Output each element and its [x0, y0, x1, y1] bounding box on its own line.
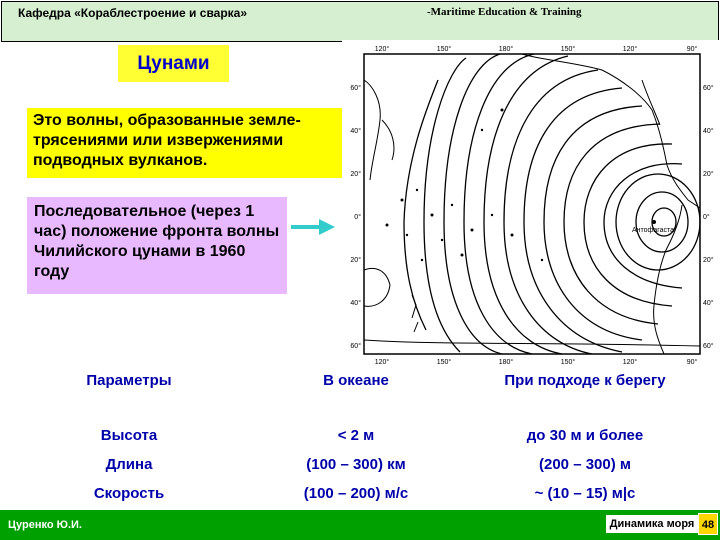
table-row-speed-ocean: (100 – 200) м/с [303, 485, 409, 502]
table-row-height-coast: до 30 м и более [526, 427, 644, 444]
lon-top-label: 180° [499, 45, 514, 53]
table-header-ocean: В океане [323, 372, 389, 389]
lon-top-label: 90° [687, 45, 698, 53]
lat-left-label: 40° [350, 127, 361, 135]
lat-left-label: 60° [350, 342, 361, 350]
lon-top-label: 120° [375, 45, 390, 53]
slide-title: Цунами [118, 45, 229, 82]
lon-bottom-label: 180° [499, 358, 514, 366]
lat-right-label: 60° [703, 342, 714, 350]
page-number: 48 [698, 513, 718, 535]
table-row-length-ocean: (100 – 300) км [306, 456, 406, 473]
table-row-length-coast: (200 – 300) м [539, 456, 631, 473]
author-label: Цуренко Ю.И. [8, 519, 82, 531]
lat-right-label: 60° [703, 84, 714, 92]
lon-bottom-label: 90° [687, 358, 698, 366]
lat-left-label: 0° [354, 213, 361, 221]
definition-text: Это волны, образованные земле-трясениями… [27, 108, 345, 178]
lat-right-label: 40° [703, 127, 714, 135]
lon-bottom-label: 150° [561, 358, 576, 366]
lat-left-label: 40° [350, 299, 361, 307]
table-row-speed-label: Скорость [93, 485, 165, 502]
table-row-height-label: Высота [100, 427, 158, 444]
lat-right-label: 0° [703, 213, 710, 221]
lat-left-label: 60° [350, 84, 361, 92]
lat-right-label: 20° [703, 170, 714, 178]
program-label: -Maritime Education & Training [427, 6, 582, 18]
lon-top-label: 150° [437, 45, 452, 53]
arrow-right-icon [291, 219, 335, 235]
lon-top-label: 120° [623, 45, 638, 53]
table-row-speed-coast: ~ (10 – 15) м|с [534, 485, 636, 502]
table-row-length-label: Длина [105, 456, 153, 473]
table-header-coast: При подходе к берегу [504, 372, 666, 389]
slide-footer: Цуренко Ю.И. Динамика моря 48 [0, 510, 720, 540]
tsunami-map: 120° 150° 180° 150° 120° 90° 120° 150° 180° 150°… [342, 40, 720, 370]
course-label: Динамика моря [606, 515, 698, 533]
lon-top-label: 150° [561, 45, 576, 53]
lon-bottom-label: 150° [437, 358, 452, 366]
lat-left-label: 20° [350, 256, 361, 264]
lat-left-label: 20° [350, 170, 361, 178]
map-caption: Последовательное (через 1 час) положение… [27, 197, 287, 294]
slide-header: Кафедра «Кораблестроение и сварка» -Mari… [1, 1, 719, 42]
lon-bottom-label: 120° [623, 358, 638, 366]
lon-bottom-label: 120° [375, 358, 390, 366]
department-label: Кафедра «Кораблестроение и сварка» [18, 6, 248, 20]
place-label: Антофагаста [632, 227, 674, 234]
lat-right-label: 40° [703, 299, 714, 307]
table-header-params: Параметры [86, 372, 172, 389]
lat-right-label: 20° [703, 256, 714, 264]
table-row-height-ocean: < 2 м [337, 427, 375, 444]
